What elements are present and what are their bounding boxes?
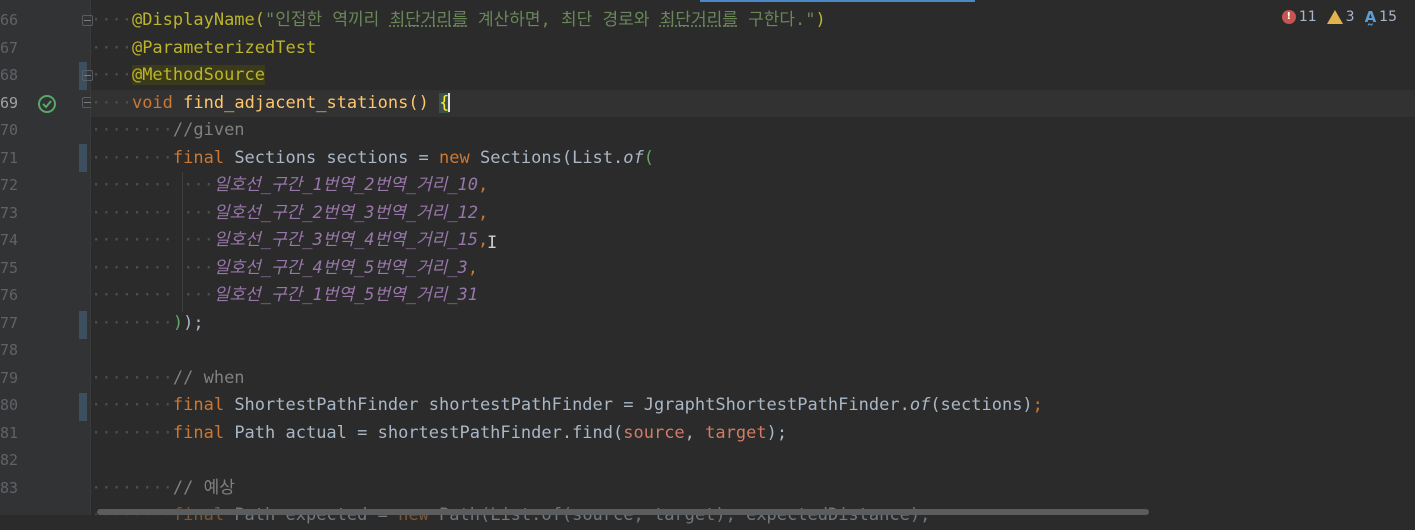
horizontal-scrollbar[interactable] [97,509,1149,515]
line-number: 72 [0,176,19,194]
code-line: ····@ParameterizedTest [91,37,317,58]
line-number: 66 [0,11,19,29]
change-marker[interactable] [79,393,87,421]
current-line: ····void find_adjacent_stations() { [91,89,1415,117]
code-line: ········ ···일호선_구간_1번역_2번역_거리_10, [91,175,489,195]
code-editor[interactable]: ····@DisplayName("인접한 역끼리 최단거리를 계산하면, 최단… [91,0,1415,525]
code-line: ········final Path expected = new Path(L… [91,505,931,525]
change-marker[interactable] [79,311,87,339]
line-number: 69 [0,93,19,112]
mouse-text-cursor-icon: I [487,233,498,253]
line-number: 67 [0,38,19,57]
line-number: 71 [0,148,19,167]
code-line: ········ ···일호선_구간_2번역_3번역_거리_12, [91,202,489,223]
code-line: ········//given [91,120,245,140]
code-line: ····@MethodSource [91,65,266,85]
code-line: ········final Path actual = shortestPath… [91,422,788,443]
code-line: ········// when [91,367,245,388]
code-line: ········final ShortestPathFinder shortes… [91,395,1043,415]
line-number: 82 [0,451,19,469]
line-number: 77 [0,313,19,332]
text-caret [448,93,451,112]
change-marker[interactable] [79,144,87,172]
line-number: 83 [0,478,19,497]
error-icon: ! [1281,10,1296,24]
code-line: ········ ···일호선_구간_1번역_5번역_거리_31 [91,285,478,305]
code-line: ········ ···일호선_구간_4번역_5번역_거리_3, [91,257,478,278]
line-number: 81 [0,423,19,442]
line-number: 80 [0,396,19,414]
code-line: ····@DisplayName("인접한 역끼리 최단거리를 계산하면, 최단… [91,10,826,30]
line-number: 74 [0,231,19,249]
typos-indicator[interactable]: A̰ 15 [1365,8,1397,26]
code-line: ········final Sections sections = new Se… [91,147,654,168]
errors-indicator[interactable]: ! 11 [1281,9,1317,25]
code-line: ········ ···일호선_구간_3번역_4번역_거리_15, [91,230,489,250]
line-number: 76 [0,286,19,304]
line-number: 68 [0,66,19,84]
line-number: 73 [0,203,19,222]
line-number: 79 [0,368,19,387]
code-line: ········)); [91,312,204,333]
inspection-widget[interactable]: ! 11 3 A̰ 15 [1281,8,1397,26]
test-passed-icon[interactable] [37,94,57,114]
code-line: ········// 예상 [91,477,235,498]
line-number: 75 [0,258,19,277]
line-number: 78 [0,341,19,359]
line-number: 70 [0,121,19,139]
gutter[interactable]: 66 67 68 69 70 71 72 73 74 75 76 77 78 7… [0,0,93,515]
warning-icon [1326,10,1343,24]
warnings-indicator[interactable]: 3 [1326,9,1355,25]
typo-icon: A̰ [1364,8,1377,26]
